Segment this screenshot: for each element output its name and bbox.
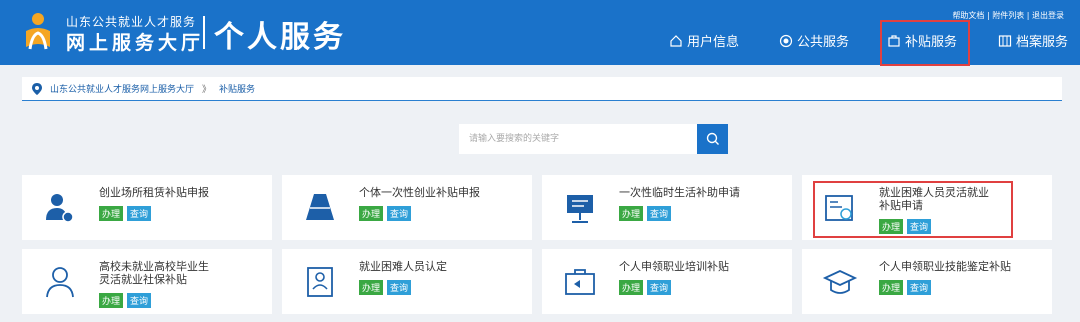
circle-icon (779, 34, 793, 47)
presentation-icon (567, 195, 593, 223)
breadcrumb-home[interactable]: 山东公共就业人才服务网上服务大厅 (50, 82, 194, 95)
breadcrumb-current: 补贴服务 (219, 85, 256, 95)
card-title: 创业场所租赁补贴申报 (99, 186, 209, 199)
home-icon (670, 34, 682, 47)
nav-public-service[interactable]: 公共服务 (779, 31, 849, 50)
person-icon (46, 194, 74, 223)
service-card[interactable]: 就业困难人员认定 办理 查询 (282, 249, 532, 314)
query-button[interactable]: 查询 (387, 206, 412, 221)
brand-bottom: 网上服务大厅 (66, 32, 205, 54)
card-actions: 办理 查询 (879, 280, 932, 295)
funnel-icon (306, 194, 334, 220)
service-card[interactable]: 创业场所租赁补贴申报 办理 查询 (22, 175, 272, 240)
card-actions: 办理 查询 (99, 293, 152, 308)
handle-button[interactable]: 办理 (619, 280, 644, 295)
breadcrumb-separator: 》 (202, 85, 212, 95)
search-input[interactable] (459, 124, 697, 154)
brand-divider (203, 16, 205, 49)
logo-icon (26, 13, 50, 50)
nav-user-info[interactable]: 用户信息 (669, 31, 739, 50)
card-title: 个人申领职业技能鉴定补贴 (879, 260, 1011, 273)
breadcrumb: 山东公共就业人才服务网上服务大厅 》 补贴服务 (22, 77, 1062, 101)
card-actions: 办理 查询 (359, 280, 412, 295)
handle-button[interactable]: 办理 (619, 206, 644, 221)
help-doc-link[interactable]: 帮助文档 (952, 11, 984, 20)
card-actions: 办理 查询 (99, 206, 152, 221)
nav-label: 档案服务 (1016, 35, 1069, 50)
handle-button[interactable]: 办理 (99, 206, 124, 221)
card-highlight-box (813, 181, 1013, 238)
query-button[interactable]: 查询 (907, 280, 932, 295)
service-card[interactable]: 一次性临时生活补助申请 办理 查询 (542, 175, 792, 240)
card-title: 就业困难人员认定 (359, 260, 447, 273)
service-card[interactable]: 高校未就业高校毕业生灵活就业社保补贴 办理 查询 (22, 249, 272, 314)
location-pin-icon (32, 82, 42, 95)
user-outline-icon (46, 267, 74, 298)
nav-highlight-box (880, 20, 970, 66)
archive-icon (998, 34, 1012, 47)
card-title: 个人申领职业培训补贴 (619, 260, 729, 273)
handle-button[interactable]: 办理 (359, 280, 384, 295)
search-icon (706, 132, 719, 145)
nav-archive-service[interactable]: 档案服务 (998, 31, 1068, 50)
query-button[interactable]: 查询 (647, 206, 672, 221)
service-card[interactable]: 个人申领职业技能鉴定补贴 办理 查询 (802, 249, 1052, 314)
query-button[interactable]: 查询 (387, 280, 412, 295)
card-title: 一次性临时生活补助申请 (619, 186, 740, 199)
query-button[interactable]: 查询 (127, 293, 152, 308)
service-card[interactable]: 个人申领职业培训补贴 办理 查询 (542, 249, 792, 314)
handle-button[interactable]: 办理 (879, 280, 904, 295)
id-card-icon (307, 267, 333, 297)
briefcase-icon (565, 269, 595, 295)
page-title: 个人服务 (214, 20, 346, 55)
query-button[interactable]: 查询 (127, 206, 152, 221)
handle-button[interactable]: 办理 (99, 293, 124, 308)
card-actions: 办理 查询 (619, 280, 672, 295)
card-actions: 办理 查询 (359, 206, 412, 221)
card-title: 高校未就业高校毕业生灵活就业社保补贴 (99, 260, 209, 286)
card-actions: 办理 查询 (619, 206, 672, 221)
handle-button[interactable]: 办理 (359, 206, 384, 221)
graduation-icon (822, 270, 858, 294)
logout-link[interactable]: 退出登录 (1032, 11, 1064, 20)
service-card[interactable]: 个体一次性创业补贴申报 办理 查询 (282, 175, 532, 240)
card-title: 个体一次性创业补贴申报 (359, 186, 480, 199)
attachment-list-link[interactable]: 附件列表 (992, 11, 1024, 20)
query-button[interactable]: 查询 (647, 280, 672, 295)
search-button[interactable] (697, 124, 728, 154)
nav-label: 用户信息 (687, 35, 740, 50)
nav-label: 公共服务 (797, 35, 850, 50)
